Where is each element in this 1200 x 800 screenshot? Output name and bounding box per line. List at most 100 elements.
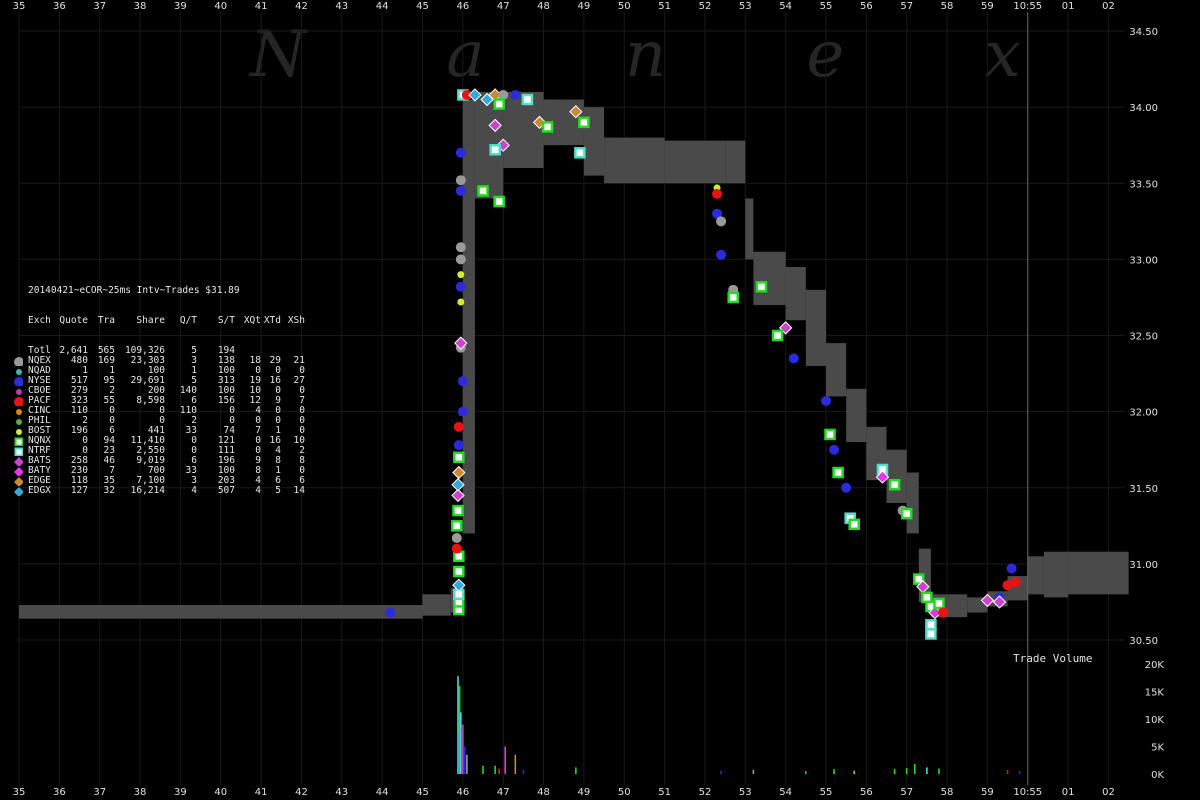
trade-point-nqnx <box>921 591 933 604</box>
table-row: BOST 196 6 441 33 74 7 1 0 <box>16 426 305 436</box>
x-tick-label-top: 56 <box>860 1 873 12</box>
legend-diamond <box>14 457 23 466</box>
x-tick-label-bottom: 47 <box>497 787 510 798</box>
trade-point-nqnx <box>933 597 945 610</box>
y-axis-volume: 0K 5K 10K 15K 20K <box>1145 660 1165 781</box>
x-tick-label-top: 01 <box>1062 1 1075 12</box>
nbbo-band-segment <box>805 289 826 366</box>
nbbo-band-segment <box>19 604 391 619</box>
x-tick-label-top: 39 <box>174 1 187 12</box>
legend-marker-cboe <box>16 389 22 395</box>
volume-tick-label: 15K <box>1145 688 1165 699</box>
x-tick-label-top: 36 <box>53 1 66 12</box>
table-row: EDGX 127 32 16,214 4 507 4 5 14 <box>14 485 305 496</box>
x-tick-label-top: 59 <box>981 1 994 12</box>
legend-circle <box>16 389 22 395</box>
trade-point-pacf <box>1010 577 1021 588</box>
nbbo-band-segment <box>785 266 806 321</box>
table-row: Totl 2,641 565 109,326 5 194 <box>28 346 305 356</box>
table-cell: 14 <box>293 485 305 496</box>
nbbo-band-segment <box>846 388 867 443</box>
price-tick-label: 33.50 <box>1129 179 1158 190</box>
table-cell: 8,598 <box>136 395 165 406</box>
trade-point-nqnx <box>771 329 784 342</box>
x-tick-label-bottom: 57 <box>900 787 913 798</box>
table-cell: 32 <box>103 485 115 496</box>
x-tick-label-top: 02 <box>1102 1 1115 12</box>
x-tick-label-bottom: 55 <box>820 787 833 798</box>
volume-bar-nyse <box>464 746 466 774</box>
volume-bar-nqex <box>752 769 755 774</box>
nbbo-band-segment <box>604 137 665 184</box>
volume-bar-pacf <box>1006 770 1009 774</box>
x-tick-label-bottom: 36 <box>53 787 66 798</box>
volume-bar-nqnx <box>494 765 496 774</box>
volume-bar-nqnx <box>913 764 916 774</box>
x-tick-label-bottom: 45 <box>416 787 429 798</box>
table-row: EDGE 118 35 7,100 3 203 4 6 6 <box>14 476 305 486</box>
volume-bar-nyse <box>1018 771 1021 774</box>
x-tick-label-top: 52 <box>699 1 712 12</box>
trade-point-nqnx <box>477 185 489 197</box>
table-header-cell: S/T <box>217 315 235 326</box>
trade-point-nyse <box>385 607 396 618</box>
nbbo-band-segment <box>1027 556 1044 595</box>
x-tick-label-top: 43 <box>335 1 348 12</box>
table-row: CBOE 279 2 200 140 100 10 0 0 <box>16 386 305 396</box>
legend-diamond <box>14 477 23 486</box>
trade-point-bost <box>457 271 465 279</box>
table-row: NQEX 480 169 23,303 3 138 18 29 21 <box>14 356 305 366</box>
table-row: NQNX 0 94 11,410 0 121 0 16 10 <box>14 436 305 446</box>
table-header-cell: Q/T <box>179 315 197 326</box>
volume-tick-label: 20K <box>1145 660 1165 671</box>
x-tick-label-bottom: 42 <box>295 787 308 798</box>
table-cell: 16,214 <box>130 485 165 496</box>
trade-point-nyse <box>510 89 521 100</box>
legend-marker-edgx <box>14 487 23 496</box>
trade-point-nqnx <box>451 520 463 532</box>
x-tick-label-bottom: 49 <box>578 787 591 798</box>
legend-marker-pacf <box>14 397 23 406</box>
x-tick-label-bottom: 59 <box>981 787 994 798</box>
volume-bar-nqnx <box>833 769 835 774</box>
legend-circle <box>16 409 22 415</box>
price-tick-label: 32.50 <box>1129 332 1158 343</box>
volume-bar-pacf <box>498 768 500 774</box>
table-row: CINC 110 0 0 110 0 4 0 0 <box>16 406 305 416</box>
trade-point-nyse <box>453 440 464 451</box>
table-cell: 5 <box>275 485 281 496</box>
trade-point-pacf <box>938 607 949 618</box>
x-tick-label-bottom: 39 <box>174 787 187 798</box>
legend-marker-bost <box>16 429 22 435</box>
price-tick-label: 31.00 <box>1129 560 1158 571</box>
table-header-cell: Tra <box>97 315 115 326</box>
table-row: PHIL 2 0 0 2 0 0 0 0 <box>16 416 305 426</box>
trade-point-edgx <box>451 477 465 492</box>
trade-point-nyse <box>455 281 466 292</box>
nbbo-band-segment <box>1043 551 1069 598</box>
legend-marker-edge <box>14 477 23 486</box>
trade-point-nyse <box>455 147 466 158</box>
x-tick-label-top: 37 <box>93 1 106 12</box>
volume-bar-nqnx <box>905 767 908 774</box>
x-tick-label-bottom: 51 <box>658 787 671 798</box>
nbbo-band-segment <box>664 140 726 184</box>
legend-circle <box>14 377 23 386</box>
table-header-cell: XTd <box>263 315 281 326</box>
legend-diamond <box>14 487 23 496</box>
volume-bar-baty <box>504 746 507 774</box>
trade-point-nqnx <box>727 291 739 304</box>
table-row: NQAD 1 1 100 1 100 0 0 0 <box>16 366 305 376</box>
trade-point-nyse <box>788 353 799 364</box>
table-header-cell: Share <box>136 315 165 326</box>
volume-bar-nqex <box>466 754 468 774</box>
x-tick-label-top: 10:55 <box>1013 1 1042 12</box>
x-tick-label-top: 38 <box>134 1 147 12</box>
legend-marker-nqnx <box>14 437 23 446</box>
volume-bar-ntrf <box>853 770 856 774</box>
x-tick-label-top: 46 <box>456 1 469 12</box>
nbbo-band-segment <box>422 594 451 616</box>
x-tick-label-top: 35 <box>13 1 26 12</box>
table-cell: 4 <box>191 485 197 496</box>
x-tick-label-top: 45 <box>416 1 429 12</box>
